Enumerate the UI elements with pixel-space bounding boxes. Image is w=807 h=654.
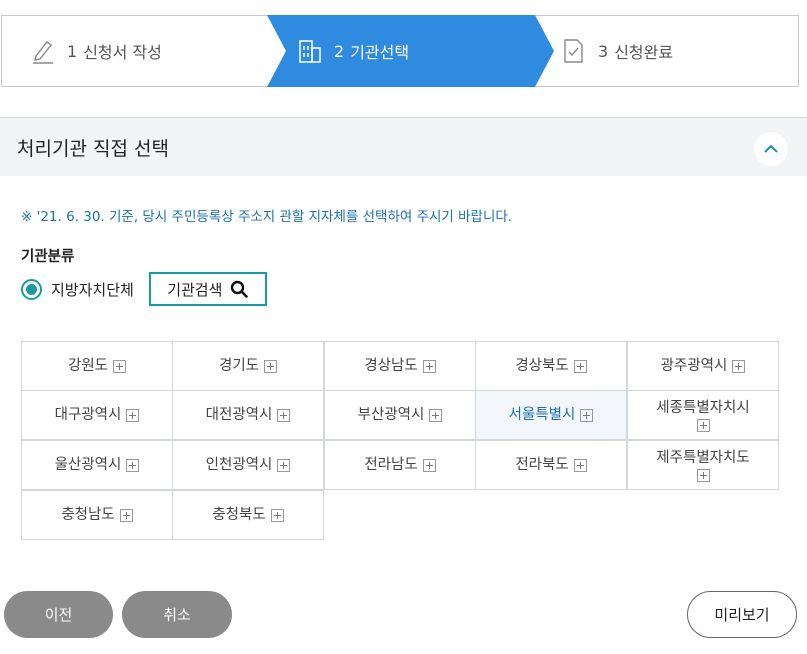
region-name: 부산광역시 [357, 407, 425, 423]
plus-box-icon [696, 418, 710, 432]
step-3-label: 신청완료 [614, 43, 674, 62]
region-name: 전라북도 [515, 457, 569, 473]
radio-selected-dot [26, 283, 37, 295]
region-name: 경기도 [218, 358, 260, 374]
step-1: 1 신청서 작성 [31, 16, 162, 86]
local-government-label[interactable]: 지방자치단체 [51, 279, 134, 300]
plus-box-icon [573, 458, 587, 472]
region-label-row: 울산광역시 [55, 456, 140, 474]
region-label-row: 광주광역시 [661, 357, 746, 375]
region-label-row: 충청남도 [61, 506, 133, 524]
plus-box-icon [126, 458, 140, 472]
region-cell[interactable]: 경기도 [172, 341, 324, 391]
region-label-row: 대구광역시 [55, 406, 140, 424]
agency-selection-header: 처리기관 직접 선택 [0, 117, 807, 176]
plus-box-icon [422, 359, 436, 373]
region-label-row: 전라남도 [364, 456, 436, 474]
region-label-row: 전라북도 [515, 456, 587, 474]
region-label-row: 대전광역시 [206, 406, 291, 424]
region-name: 광주광역시 [660, 358, 728, 374]
plus-box-icon [422, 458, 436, 472]
region-name: 경상북도 [515, 358, 569, 374]
progress-stepper: 1 신청서 작성 2 기관선택 3 신청완료 [1, 15, 799, 87]
region-label-row: 경상북도 [515, 357, 587, 375]
region-cell[interactable]: 인천광역시 [172, 440, 324, 490]
agency-search-button[interactable]: 기관검색 [148, 272, 267, 306]
plus-box-icon [264, 359, 278, 373]
plus-box-icon [119, 508, 133, 522]
region-cell[interactable]: 부산광역시 [324, 390, 476, 440]
region-name: 대전광역시 [205, 407, 273, 423]
plus-box-icon [573, 359, 587, 373]
region-name: 서울특별시 [508, 407, 576, 423]
region-name: 충청북도 [212, 507, 266, 523]
prev-button[interactable]: 이전 [4, 591, 113, 638]
preview-button[interactable]: 미리보기 [687, 591, 797, 638]
plus-box-icon [732, 359, 746, 373]
region-name: 세종특별자치시 [656, 399, 750, 416]
region-label-row: 강원도 [67, 357, 127, 375]
cancel-button[interactable]: 취소 [122, 591, 232, 638]
step-3: 3 신청완료 [562, 16, 673, 86]
step-1-number: 1 [67, 41, 78, 61]
region-name: 제주특별자치도 [656, 449, 750, 466]
agency-search-label: 기관검색 [167, 280, 223, 299]
region-label-row: 경상남도 [364, 357, 436, 375]
region-label-row: 경기도 [218, 357, 278, 375]
region-cell[interactable]: 충청남도 [21, 490, 173, 540]
region-name: 충청남도 [61, 507, 115, 523]
plus-box-icon [126, 408, 140, 422]
region-name: 전라남도 [364, 457, 418, 473]
plus-box-icon [696, 468, 710, 482]
collapse-button[interactable] [754, 132, 788, 166]
document-check-icon [564, 39, 583, 63]
region-cell[interactable]: 세종특별자치시 [627, 390, 779, 440]
region-name: 울산광역시 [54, 457, 122, 473]
building-icon [299, 40, 321, 63]
category-label: 기관분류 [21, 249, 75, 265]
region-cell[interactable]: 서울특별시 [475, 390, 627, 440]
region-name: 대구광역시 [54, 407, 122, 423]
region-cell[interactable]: 강원도 [21, 341, 173, 391]
chevron-up-icon [764, 144, 778, 153]
region-label-row: 부산광역시 [358, 406, 443, 424]
region-cell[interactable]: 광주광역시 [627, 341, 779, 391]
category-options: 지방자치단체 기관검색 [21, 272, 267, 306]
region-cell[interactable]: 울산광역시 [21, 440, 173, 490]
region-cell[interactable]: 경상남도 [324, 341, 476, 391]
region-name: 경상남도 [364, 358, 418, 374]
plus-box-icon [429, 408, 443, 422]
region-cell[interactable]: 전라북도 [475, 440, 627, 490]
pencil-icon [33, 41, 53, 64]
step-2: 2 기관선택 [298, 16, 409, 86]
region-name: 강원도 [67, 358, 109, 374]
region-label-row: 서울특별시 [509, 406, 594, 424]
plus-box-icon [277, 408, 291, 422]
region-cell[interactable]: 전라남도 [324, 440, 476, 490]
region-cell[interactable]: 제주특별자치도 [627, 440, 779, 490]
local-government-radio[interactable] [21, 278, 42, 300]
region-cell[interactable]: 충청북도 [172, 490, 324, 540]
step-2-label: 기관선택 [350, 43, 410, 62]
region-cell[interactable]: 대구광역시 [21, 390, 173, 440]
region-cell[interactable]: 경상북도 [475, 341, 627, 391]
step-2-number: 2 [334, 41, 345, 61]
plus-box-icon [270, 508, 284, 522]
section-title: 처리기관 직접 선택 [17, 138, 169, 160]
step-3-number: 3 [598, 41, 609, 61]
notice-text: ※ '21. 6. 30. 기준, 당시 주민등록상 주소지 관할 지자체를 선… [21, 209, 513, 225]
plus-box-icon [113, 359, 127, 373]
step-1-label: 신청서 작성 [83, 43, 162, 62]
region-cell[interactable]: 대전광역시 [172, 390, 324, 440]
region-name: 인천광역시 [205, 457, 273, 473]
region-label-row: 인천광역시 [206, 456, 291, 474]
plus-box-icon [277, 458, 291, 472]
region-label-row: 충청북도 [212, 506, 284, 524]
plus-box-icon [580, 408, 594, 422]
search-icon [231, 280, 249, 298]
